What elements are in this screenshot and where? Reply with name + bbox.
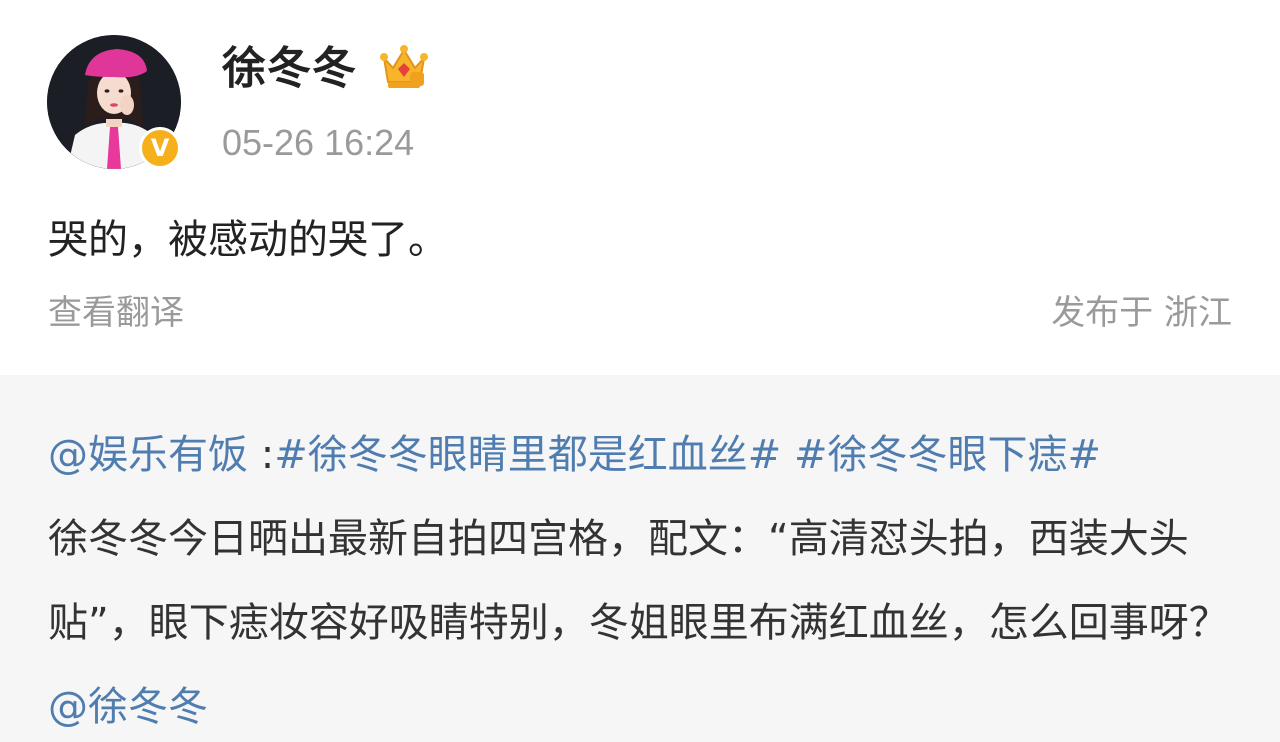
repost-separator: :	[248, 432, 275, 478]
author-name[interactable]: 徐冬冬	[222, 40, 357, 98]
author-mention-link[interactable]: @徐冬冬	[48, 684, 208, 730]
translate-button[interactable]: 查看翻译	[48, 290, 184, 336]
post-text: 哭的，被感动的哭了。	[48, 217, 448, 263]
weibo-post: V 徐冬冬 05-26 16:24 哭的，被感动的哭了。 查看翻译 发布于 浙江…	[0, 0, 1280, 742]
repost-card[interactable]: @娱乐有饭 :#徐冬冬眼睛里都是红血丝# #徐冬冬眼下痣# 徐冬冬今日晒出最新自拍…	[0, 375, 1280, 742]
post-main: V 徐冬冬 05-26 16:24 哭的，被感动的哭了。 查看翻译 发布于 浙江	[0, 0, 1280, 375]
repost-body: 徐冬冬今日晒出最新自拍四宫格，配文：“高清怼头拍，西装大头贴”，眼下痣妆容好吸睛…	[48, 516, 1229, 646]
hashtag-link[interactable]: #徐冬冬眼睛里都是红血丝#	[274, 432, 781, 478]
repost-space	[781, 432, 794, 478]
post-location: 发布于 浙江	[1051, 293, 1232, 333]
author-avatar[interactable]: V	[47, 35, 181, 169]
verified-badge-icon: V	[139, 127, 181, 169]
hashtag-link[interactable]: #徐冬冬眼下痣#	[794, 432, 1101, 478]
repost-mention-link[interactable]: @娱乐有饭	[48, 432, 248, 478]
post-timestamp: 05-26 16:24	[222, 122, 415, 163]
crown-icon[interactable]	[378, 42, 430, 92]
repost-text: @娱乐有饭 :#徐冬冬眼睛里都是红血丝# #徐冬冬眼下痣# 徐冬冬今日晒出最新自拍…	[48, 413, 1238, 742]
